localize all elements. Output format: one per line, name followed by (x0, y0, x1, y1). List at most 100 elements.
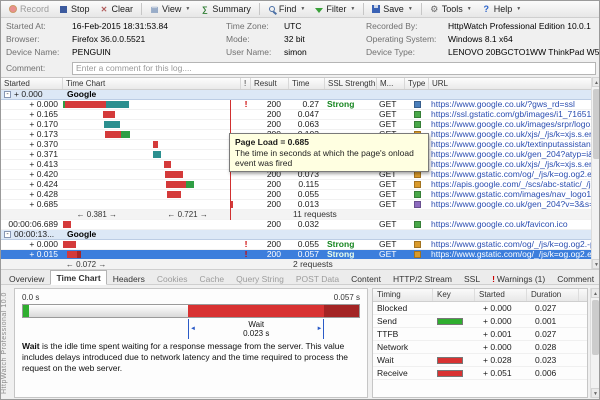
wait-description: Wait is the idle time spent waiting for … (22, 341, 360, 374)
group-title-cell: Google (63, 230, 241, 240)
request-row[interactable]: 00:00:06.6892000.032GEThttps://www.googl… (1, 220, 600, 230)
timings-scroll-thumb[interactable] (592, 300, 599, 355)
tools-button-label: Tools (442, 4, 463, 14)
column-header-url[interactable]: URL (429, 78, 600, 89)
ssl-strength (325, 120, 377, 130)
ssl-strength (325, 190, 377, 200)
scroll-up-icon[interactable]: ▲ (592, 77, 600, 87)
chevron-down-icon: ▼ (408, 6, 413, 12)
tools-button[interactable]: ⚙Tools▼ (425, 2, 477, 16)
page-group-row[interactable]: -00:00:13... Google (1, 230, 600, 240)
wait-description-text: is the idle time spent waiting for a res… (22, 341, 348, 373)
stop-button[interactable]: Stop (54, 2, 95, 16)
http-method: GET (377, 100, 405, 110)
js-type-icon (414, 181, 421, 188)
request-row[interactable]: + 0.1702000.063GEThttps://www.google.co.… (1, 120, 600, 130)
request-row[interactable]: + 0.1652000.047GEThttps://ssl.gstatic.co… (1, 110, 600, 120)
collapse-icon[interactable]: - (4, 91, 11, 98)
left-arrow-icon: ◄ (190, 326, 196, 332)
column-header-time[interactable]: Time (289, 78, 325, 89)
column-header-ssl-strength[interactable]: SSL Strength (325, 78, 377, 89)
page-load-tooltip: Page Load = 0.685 The time in seconds at… (229, 133, 429, 172)
tab-http-2-stream[interactable]: HTTP/2 Stream (387, 271, 458, 284)
ssl-strength: Strong (325, 100, 377, 110)
time-chart-bar (105, 131, 130, 138)
gen-type-icon (414, 201, 421, 208)
filter-icon (315, 8, 323, 13)
warning-indicator: ! (241, 250, 251, 260)
bar-segment (63, 241, 76, 248)
record-button[interactable]: Record (4, 2, 54, 16)
wait-value: 0.023 s (243, 329, 269, 338)
view-button[interactable]: ▤View▼ (145, 2, 195, 16)
scale-start-label: 0.0 s (22, 293, 39, 302)
group-started-label: 00:00:13... (14, 230, 54, 239)
timing-row: Blocked+ 0.0000.027 (373, 302, 587, 315)
request-row[interactable]: + 0.000!2000.055StrongGEThttps://www.gst… (1, 240, 600, 250)
clear-button[interactable]: ✕Clear (95, 2, 139, 16)
request-row[interactable]: + 0.015!2000.057StrongGEThttps://www.gst… (1, 250, 600, 260)
column-header-col[interactable]: ! (241, 78, 251, 89)
summary-time-label: ← 0.381 → (77, 210, 117, 219)
grid-scroll-thumb[interactable] (593, 89, 600, 159)
request-row[interactable]: + 0.4242000.115GEThttps://apis.google.co… (1, 180, 600, 190)
tab-cookies[interactable]: Cookies (151, 271, 194, 284)
tab-cache[interactable]: Cache (194, 271, 231, 284)
request-time-chart (63, 200, 241, 210)
filter-button[interactable]: Filter▼ (310, 2, 360, 16)
grid-scrollbar[interactable]: ▲ ▼ (591, 77, 600, 269)
mode-value: 32 bit (284, 34, 305, 44)
timings-scrollbar[interactable]: ▲ ▼ (590, 288, 600, 398)
find-icon (269, 6, 275, 12)
info-column: Started At:16-Feb-2015 18:31:53.84Browse… (6, 19, 168, 58)
request-time-chart (63, 220, 241, 230)
column-header-result[interactable]: Result (251, 78, 289, 89)
timings-panel: TimingKeyStartedDuration Blocked+ 0.0000… (372, 288, 588, 398)
request-started: + 0.428 (1, 190, 63, 200)
summary-button[interactable]: ∑Summary (195, 2, 256, 16)
warning-indicator (241, 190, 251, 200)
column-header-time-chart[interactable]: Time Chart (63, 78, 241, 89)
page-group-row[interactable]: -+ 0.000Google (1, 90, 600, 100)
timings-scroll-down-icon[interactable]: ▼ (591, 388, 600, 398)
tab-content[interactable]: Content (345, 271, 387, 284)
tab-comment[interactable]: Comment (551, 271, 600, 284)
tab-ssl[interactable]: SSL (458, 271, 486, 284)
tab-warnings-1[interactable]: !Warnings (1) (486, 271, 551, 284)
tab-time-chart[interactable]: Time Chart (50, 270, 106, 285)
save-button[interactable]: Save▼ (367, 2, 417, 16)
tab-headers[interactable]: Headers (107, 271, 151, 284)
http-method: GET (377, 180, 405, 190)
info-field: Recorded By:HttpWatch Professional Editi… (366, 19, 600, 32)
collapse-icon[interactable]: - (4, 231, 11, 238)
tab-post-data[interactable]: POST Data (290, 271, 345, 284)
scroll-down-icon[interactable]: ▼ (592, 259, 600, 269)
request-row[interactable]: + 0.6852000.013GEThttps://www.google.co.… (1, 200, 600, 210)
request-row[interactable]: + 0.4282000.055GEThttps://www.gstatic.co… (1, 190, 600, 200)
img-type-icon (414, 191, 421, 198)
column-header-m[interactable]: M... (377, 78, 405, 89)
tab-query-string[interactable]: Query String (230, 271, 290, 284)
tab-label: Headers (113, 274, 145, 284)
chevron-down-icon: ▼ (185, 6, 190, 12)
summary-row: ← 0.381 →← 0.721 →11 requests (1, 210, 600, 220)
request-row[interactable]: + 0.000!2000.27StrongGEThttps://www.goog… (1, 100, 600, 110)
comment-input[interactable] (72, 62, 596, 75)
timings-scroll-up-icon[interactable]: ▲ (591, 288, 600, 298)
column-header-started[interactable]: Started (1, 78, 63, 89)
tab-overview[interactable]: Overview (3, 271, 50, 284)
bar-segment (103, 111, 114, 118)
bar-segment (153, 151, 161, 158)
content-type-cell (405, 110, 429, 120)
brand-vertical-label: HttpWatch Professional 10.0 (1, 285, 14, 400)
column-header-type[interactable]: Type (405, 78, 429, 89)
send-segment (23, 305, 29, 317)
time-zone-value: UTC (284, 21, 301, 31)
bar-segment (105, 131, 120, 138)
help-button[interactable]: ?Help▼ (477, 2, 526, 16)
warning-icon: ! (492, 274, 495, 284)
find-button[interactable]: Find▼ (263, 2, 310, 16)
time-value: 0.013 (289, 200, 325, 210)
clear-button-label: Clear (112, 4, 134, 14)
bar-segment (63, 221, 71, 228)
